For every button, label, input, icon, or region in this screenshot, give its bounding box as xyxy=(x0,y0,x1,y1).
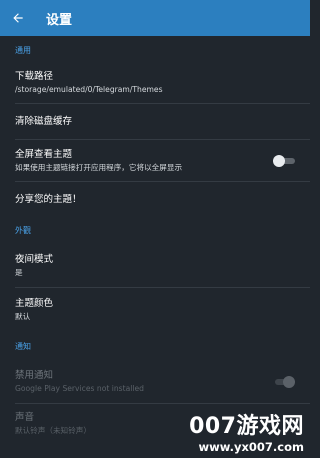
download-path-row[interactable]: 下载路径 /storage/emulated/0/Telegram/Themes xyxy=(0,62,310,104)
download-path-value: /storage/emulated/0/Telegram/Themes xyxy=(15,85,163,94)
theme-color-value: 默认 xyxy=(15,312,31,321)
watermark-name: 007游戏网 xyxy=(189,414,304,439)
clear-cache-row[interactable]: 清除磁盘缓存 xyxy=(0,104,310,140)
share-theme-row[interactable]: 分享您的主題！ xyxy=(0,182,310,218)
fullscreen-theme-description: 如果使用主题链接打开应用程序，它将以全屏显示 xyxy=(15,163,183,172)
disable-notifications-description: Google Play Services not installed xyxy=(15,384,144,393)
theme-color-title: 主题颜色 xyxy=(15,298,54,309)
fullscreen-theme-toggle[interactable] xyxy=(273,155,295,167)
site-watermark: 007游戏网 www.yx007.com xyxy=(189,414,304,454)
night-mode-row[interactable]: 夜间模式 是 xyxy=(0,244,310,288)
watermark-url: www.yx007.com xyxy=(198,440,305,454)
app-bar: 设置 xyxy=(0,0,310,36)
section-header-general: 通用 xyxy=(15,46,31,55)
arrow-back-icon xyxy=(13,13,23,23)
disable-notifications-toggle[interactable] xyxy=(273,376,295,388)
night-mode-title: 夜间模式 xyxy=(15,254,54,265)
disable-notifications-title: 禁用通知 xyxy=(15,370,54,381)
fullscreen-theme-row[interactable]: 全屏查看主题 如果使用主题链接打开应用程序，它将以全屏显示 xyxy=(0,140,310,182)
section-header-notifications: 通知 xyxy=(15,342,31,351)
toggle-thumb xyxy=(283,376,295,388)
toggle-thumb xyxy=(273,155,285,167)
section-header-appearance: 外觀 xyxy=(15,226,31,235)
back-button[interactable] xyxy=(0,0,36,36)
share-theme-title: 分享您的主題！ xyxy=(15,194,82,205)
clear-cache-title: 清除磁盘缓存 xyxy=(15,116,73,127)
download-path-title: 下载路径 xyxy=(15,71,54,82)
page-title: 设置 xyxy=(46,12,73,28)
disable-notifications-row[interactable]: 禁用通知 Google Play Services not installed xyxy=(0,360,310,404)
theme-color-row[interactable]: 主题颜色 默认 xyxy=(0,288,310,332)
fullscreen-theme-title: 全屏查看主题 xyxy=(15,149,73,160)
night-mode-value: 是 xyxy=(15,268,23,277)
